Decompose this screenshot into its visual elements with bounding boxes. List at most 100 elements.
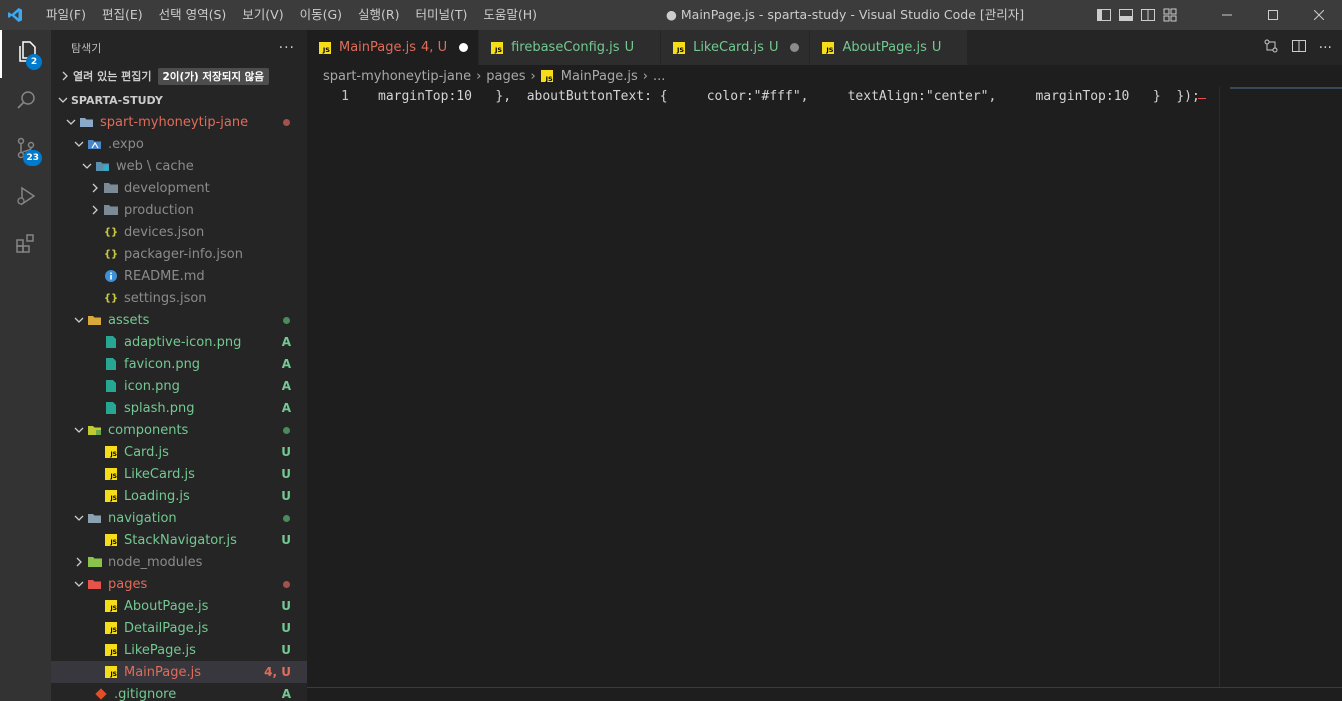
git-status: U xyxy=(281,599,291,613)
tree-folder-web-cache[interactable]: web \ cache xyxy=(51,155,307,177)
breadcrumb-file[interactable]: MainPage.js xyxy=(561,69,638,84)
sidebar-header: 탐색기 ··· xyxy=(51,30,307,65)
chevron-right-icon xyxy=(71,554,87,570)
tree-file-card-js[interactable]: JS Card.js U xyxy=(51,441,307,463)
tree-label: packager-info.json xyxy=(124,246,243,262)
git-status: U xyxy=(281,643,291,657)
js-file-icon: JS xyxy=(822,41,835,54)
extensions-activity[interactable] xyxy=(0,222,51,270)
tree-file-stacknavigator-js[interactable]: JS StackNavigator.js U xyxy=(51,529,307,551)
chevron-down-icon xyxy=(71,510,87,526)
maximize-icon[interactable] xyxy=(1250,0,1296,30)
tree-folder-node-modules[interactable]: node_modules xyxy=(51,551,307,573)
js-file-icon: JS xyxy=(491,41,504,54)
breadcrumb-symbol[interactable]: ... xyxy=(653,69,665,84)
tab-status: U xyxy=(931,40,942,55)
search-activity[interactable] xyxy=(0,78,51,126)
line-code[interactable]: marginTop:10 }, aboutButtonText: { color… xyxy=(378,89,1200,104)
tab-status: U xyxy=(768,40,779,55)
tree-folder-project[interactable]: spart-myhoneytip-jane xyxy=(51,111,307,133)
search-icon xyxy=(14,88,38,116)
toggle-sidebar-icon[interactable] xyxy=(1096,7,1112,23)
toggle-secondary-sidebar-icon[interactable] xyxy=(1140,7,1156,23)
tree-file-likecard-js[interactable]: JS LikeCard.js U xyxy=(51,463,307,485)
tree-label: .expo xyxy=(108,136,144,152)
chevron-down-icon xyxy=(71,136,87,152)
menu-go[interactable]: 이동(G) xyxy=(292,0,350,30)
unsaved-dot-icon[interactable] xyxy=(790,43,800,52)
menu-help[interactable]: 도움말(H) xyxy=(475,0,545,30)
more-actions-icon[interactable]: ··· xyxy=(1319,40,1332,56)
open-changes-icon[interactable] xyxy=(1263,38,1279,58)
menu-view[interactable]: 보기(V) xyxy=(234,0,291,30)
workspace-section[interactable]: SPARTA-STUDY xyxy=(51,89,307,111)
code-line[interactable]: 1 marginTop:10 }, aboutButtonText: { col… xyxy=(307,87,1219,106)
tree-folder-pages[interactable]: pages xyxy=(51,573,307,595)
tab-aboutpage[interactable]: JS AboutPage.js U xyxy=(810,30,969,65)
close-icon[interactable] xyxy=(1296,0,1342,30)
tab-firebaseconfig[interactable]: JS firebaseConfig.js U xyxy=(479,30,662,65)
tree-folder-components[interactable]: components xyxy=(51,419,307,441)
menu-run[interactable]: 실행(R) xyxy=(350,0,407,30)
js-file-icon: JS xyxy=(103,488,119,504)
tree-folder-assets[interactable]: assets xyxy=(51,309,307,331)
run-debug-activity[interactable] xyxy=(0,174,51,222)
js-file-icon: JS xyxy=(103,444,119,460)
menu-file[interactable]: 파일(F) xyxy=(38,0,94,30)
breadcrumb-project[interactable]: spart-myhoneytip-jane xyxy=(323,69,471,84)
line-number: 1 xyxy=(341,89,349,104)
menu-terminal[interactable]: 터미널(T) xyxy=(408,0,476,30)
chevron-down-icon xyxy=(71,576,87,592)
chevron-down-icon xyxy=(71,312,87,328)
tree-folder-navigation[interactable]: navigation xyxy=(51,507,307,529)
tree-folder-development[interactable]: development xyxy=(51,177,307,199)
tree-label: navigation xyxy=(108,510,177,526)
error-squiggle xyxy=(1198,95,1206,99)
chevron-right-icon: › xyxy=(476,68,482,84)
image-file-icon xyxy=(103,378,119,394)
tree-file-splash[interactable]: splash.png A xyxy=(51,397,307,419)
source-control-activity[interactable]: 23 xyxy=(0,126,51,174)
layout-controls xyxy=(1096,0,1178,30)
more-actions-icon[interactable]: ··· xyxy=(279,40,295,56)
tree-file-packager-info[interactable]: {} packager-info.json xyxy=(51,243,307,265)
menu-edit[interactable]: 편집(E) xyxy=(94,0,151,30)
added-dot xyxy=(283,426,290,434)
tree-file-icon-png[interactable]: icon.png A xyxy=(51,375,307,397)
tree-file-devices-json[interactable]: {} devices.json xyxy=(51,221,307,243)
tree-file-aboutpage-js[interactable]: JS AboutPage.js U xyxy=(51,595,307,617)
git-status: 4, U xyxy=(264,665,291,679)
tree-file-loading-js[interactable]: JS Loading.js U xyxy=(51,485,307,507)
customize-layout-icon[interactable] xyxy=(1162,7,1178,23)
tree-file-adaptive-icon[interactable]: adaptive-icon.png A xyxy=(51,331,307,353)
toggle-panel-icon[interactable] xyxy=(1118,7,1134,23)
unsaved-dot-icon[interactable] xyxy=(459,43,469,52)
explorer-activity[interactable]: 2 xyxy=(0,30,51,78)
tree-file-likepage-js[interactable]: JS LikePage.js U xyxy=(51,639,307,661)
tab-likecard[interactable]: JS LikeCard.js U xyxy=(661,30,811,65)
web-folder-icon xyxy=(95,158,111,174)
code-editor[interactable]: 1 marginTop:10 }, aboutButtonText: { col… xyxy=(307,87,1219,687)
js-file-icon: JS xyxy=(540,70,553,82)
tree-folder-production[interactable]: production xyxy=(51,199,307,221)
tree-label: README.md xyxy=(124,268,205,284)
tree-file-favicon[interactable]: favicon.png A xyxy=(51,353,307,375)
tree-file-detailpage-js[interactable]: JS DetailPage.js U xyxy=(51,617,307,639)
tree-label: settings.json xyxy=(124,290,207,306)
tree-file-mainpage-js[interactable]: JS MainPage.js 4, U xyxy=(51,661,307,683)
tree-file-readme[interactable]: README.md xyxy=(51,265,307,287)
json-file-icon: {} xyxy=(103,248,119,260)
split-editor-icon[interactable] xyxy=(1291,38,1307,58)
open-editors-section[interactable]: 열려 있는 편집기 2이(가) 저장되지 않음 xyxy=(51,65,307,87)
breadcrumb-pages[interactable]: pages xyxy=(486,69,525,84)
tree-folder-expo[interactable]: .expo xyxy=(51,133,307,155)
minimize-icon[interactable] xyxy=(1204,0,1250,30)
minimap[interactable] xyxy=(1219,87,1342,687)
components-folder-icon xyxy=(87,422,103,438)
tree-file-gitignore[interactable]: .gitignore A xyxy=(51,683,307,701)
tree-label: development xyxy=(124,180,210,196)
added-dot xyxy=(283,514,290,522)
menu-selection[interactable]: 선택 영역(S) xyxy=(151,0,235,30)
tree-file-settings-json[interactable]: {} settings.json xyxy=(51,287,307,309)
tab-mainpage[interactable]: JS MainPage.js 4, U xyxy=(307,30,480,65)
